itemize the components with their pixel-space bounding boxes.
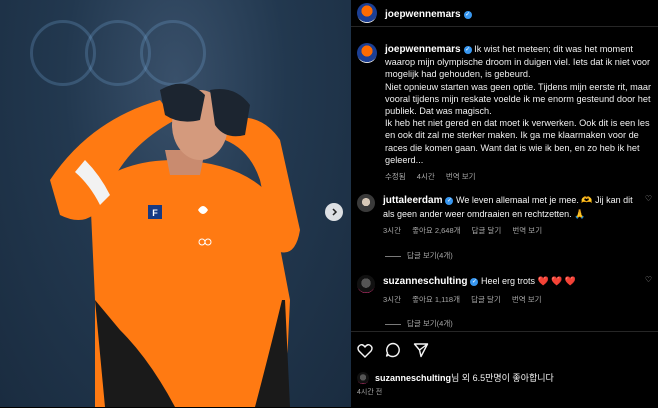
caption-meta: 수정됨 4시간 번역 보기: [385, 171, 652, 183]
commenter-avatar[interactable]: [357, 275, 375, 293]
liker-username[interactable]: suzanneschulting: [375, 373, 451, 383]
view-replies[interactable]: 답글 보기(4개): [385, 318, 453, 329]
verified-icon: ✓: [463, 11, 472, 19]
chevron-right-icon: [332, 208, 338, 216]
comment-item: juttaleerdam ✓ We leven allemaal met je m…: [351, 194, 658, 238]
translate-link[interactable]: 번역 보기: [446, 172, 476, 181]
caption-line-3: Ik heb het niet gered en dat moet ik ver…: [385, 118, 650, 165]
caption-username[interactable]: joepwennemars: [385, 44, 461, 55]
heart-icon[interactable]: [357, 343, 373, 363]
reply-link[interactable]: 답글 달기: [472, 226, 502, 235]
share-icon[interactable]: [413, 342, 429, 363]
post-header: joepwennemars ✓: [351, 0, 658, 27]
caption-avatar[interactable]: [357, 43, 377, 63]
caption-text: joepwennemars ✓ Ik wist het meteen; dit w…: [385, 43, 652, 183]
comment-likes[interactable]: 좋아요 2,648개: [412, 226, 460, 235]
verified-icon: ✓: [463, 46, 472, 54]
view-replies-label: 답글 보기(4개): [407, 251, 453, 260]
verified-icon: ✓: [445, 197, 454, 205]
caption: joepwennemars ✓ Ik wist het meteen; dit w…: [351, 27, 658, 183]
comment-meta: 3시간 좋아요 2,648개 답글 달기 번역 보기: [383, 225, 645, 238]
comment-body: suzanneschulting ✓ Heel erg trots ❤️ ❤️ ❤…: [383, 275, 645, 306]
skater-illustration: F: [50, 83, 300, 407]
reply-divider: [385, 255, 401, 257]
caption-line-2: Niet opnieuw starten was geen optie. Tij…: [385, 81, 652, 117]
likes-count-text: 님 외 6.5만명이 좋아합니다: [451, 373, 554, 383]
post-photo[interactable]: F: [0, 0, 351, 407]
edited-label: 수정됨: [385, 172, 406, 182]
likes-text-wrap: suzanneschulting님 외 6.5만명이 좋아합니다: [375, 371, 554, 384]
carousel-next-button[interactable]: [325, 203, 343, 221]
liker-avatar: [357, 371, 369, 384]
comment-likes[interactable]: 좋아요 1,118개: [412, 295, 460, 304]
commenter-avatar[interactable]: [357, 194, 375, 212]
author-username-wrap: joepwennemars ✓: [385, 4, 472, 22]
reply-link[interactable]: 답글 달기: [471, 295, 501, 304]
likes-summary[interactable]: suzanneschulting님 외 6.5만명이 좋아합니다: [351, 363, 658, 384]
reply-divider: [385, 323, 401, 325]
commenter-username[interactable]: juttaleerdam: [383, 195, 442, 206]
author-avatar[interactable]: [357, 3, 377, 23]
comment-time: 3시간: [383, 294, 401, 304]
comment-icon[interactable]: [385, 342, 401, 363]
verified-icon: ✓: [470, 278, 479, 286]
author-username[interactable]: joepwennemars: [385, 9, 461, 20]
comment-like-icon[interactable]: ♡: [645, 194, 652, 238]
view-replies-label: 답글 보기(4개): [407, 319, 453, 328]
comment-text: Heel erg trots: [480, 276, 535, 286]
post-panel: joepwennemars ✓ joepwennemars ✓ Ik wist he…: [351, 0, 658, 407]
comment-item: suzanneschulting ✓ Heel erg trots ❤️ ❤️ ❤…: [351, 275, 658, 306]
view-replies[interactable]: 답글 보기(4개): [385, 250, 453, 261]
comment-like-icon[interactable]: ♡: [645, 275, 652, 306]
hearts-emoji: ❤️ ❤️ ❤️: [537, 276, 577, 286]
svg-text:F: F: [152, 208, 158, 218]
translate-link[interactable]: 번역 보기: [512, 295, 542, 304]
posted-ago: 4시간 전: [357, 389, 383, 396]
comment-body: juttaleerdam ✓ We leven allemaal met je m…: [383, 194, 645, 238]
commenter-username[interactable]: suzanneschulting: [383, 276, 467, 287]
translate-link[interactable]: 번역 보기: [512, 226, 542, 235]
comment-meta: 3시간 좋아요 1,118개 답글 달기 번역 보기: [383, 294, 645, 307]
caption-time: 4시간: [416, 172, 435, 182]
action-icons: [351, 332, 658, 363]
comment-time: 3시간: [383, 226, 401, 235]
post-actions: suzanneschulting님 외 6.5만명이 좋아합니다 4시간 전: [351, 331, 658, 408]
